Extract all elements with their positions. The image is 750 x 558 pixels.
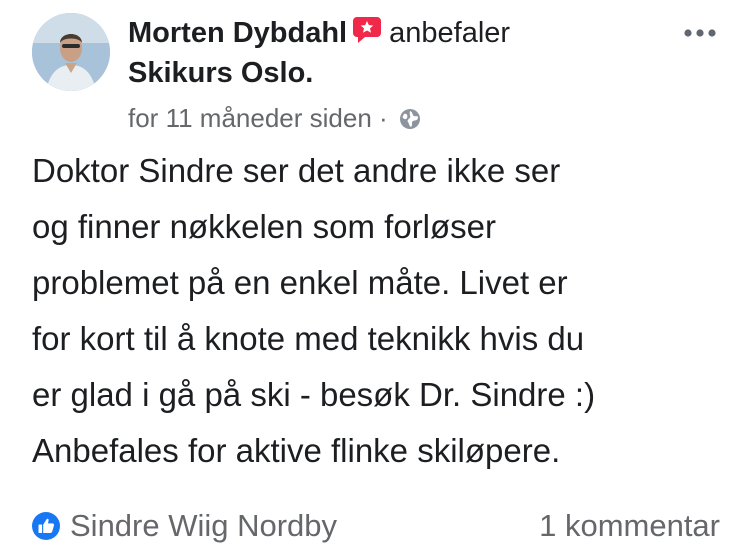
post-body-line: er glad i gå på ski - besøk Dr. Sindre :…	[32, 376, 596, 413]
reactions-bar: Sindre Wiig Nordby 1 kommentar	[32, 504, 720, 548]
post-body: Doktor Sindre ser det andre ikke ser og …	[32, 143, 732, 479]
comments-count-link[interactable]: 1 kommentar	[539, 504, 720, 548]
post-body-line: og finner nøkkelen som forløser	[32, 208, 497, 245]
more-options-button[interactable]	[680, 22, 720, 44]
post-body-line: Anbefales for aktive flinke skiløpere.	[32, 432, 561, 469]
recommended-page-link[interactable]: Skikurs Oslo.	[128, 54, 688, 92]
post-meta: for 11 måneder siden ·	[128, 100, 421, 136]
post-header: Morten Dybdahl anbefaler Skikurs Oslo.	[128, 14, 688, 92]
post-body-line: problemet på en enkel måte. Livet er	[32, 264, 568, 301]
globe-icon	[399, 108, 421, 130]
header-line: Morten Dybdahl anbefaler	[128, 14, 688, 52]
post-timestamp[interactable]: for 11 måneder siden	[128, 103, 372, 133]
post-card: Morten Dybdahl anbefaler Skikurs Oslo. f…	[0, 0, 750, 558]
like-icon	[32, 512, 60, 540]
reaction-names-link[interactable]: Sindre Wiig Nordby	[70, 504, 337, 548]
author-name[interactable]: Morten Dybdahl	[128, 17, 347, 49]
post-body-line: Doktor Sindre ser det andre ikke ser	[32, 152, 561, 189]
more-options-icon	[684, 29, 716, 37]
avatar[interactable]	[32, 13, 110, 91]
recommend-speech-bubble-icon	[351, 15, 383, 45]
post-body-line: for kort til å knote med teknikk hvis du	[32, 320, 585, 357]
avatar-photo	[32, 13, 110, 91]
meta-separator: ·	[379, 103, 388, 133]
recommend-verb: anbefaler	[389, 17, 511, 49]
